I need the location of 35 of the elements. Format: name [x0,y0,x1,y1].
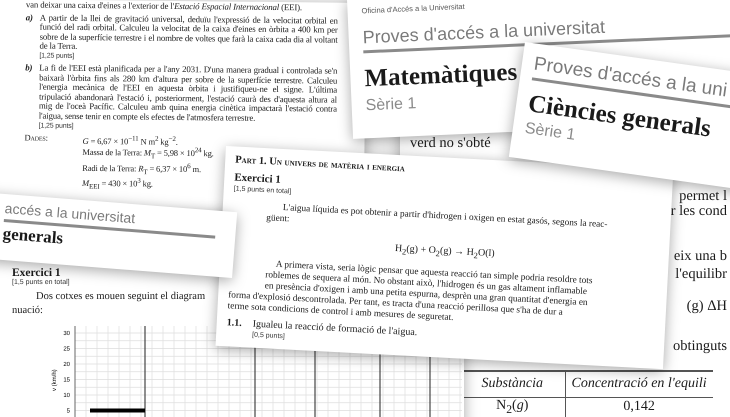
question-number: 1.1. [226,317,244,332]
equation: H$_{2}$(g) + O$_{2}$(g) → H$_{2}$O(l) [394,242,496,262]
part-title: Part 1. Un univers de matèria i energia [235,154,406,174]
header-title: accés a la universitat [4,200,136,226]
series-label: Sèrie 1 [365,95,417,116]
column-header: Concentració en l'equili [565,371,713,397]
intro-text: van deixar una caixa d'eines a l'exterior de l'Estació Espacial Internacional (EEI). [26,0,304,14]
text-fragment: (g) ΔH [686,298,727,314]
data-line: G = 6,67 × 10$^{−11}$ N m$^{2}$ kg$^{−2}$. [82,134,179,147]
text-line: Dos cotxes es mouen seguint el diagram [36,290,206,304]
velocity-line [90,408,145,412]
question-text: A partir de la llei de gravitació universal, deduïu l'expressió de la velocitat orbital en funció del radi orbital. Calculeu la velocitat de la caixa d'eines en òrbita a 400 km per sobre de la superfície terrestre i el nombre de voltes que farà la caixa cada dia al voltant de la Terra. [39,13,338,52]
exercise-title: Exercici 1 [12,267,61,279]
question-label: a) [25,13,34,24]
text-fragment: obtinguts [673,338,727,354]
exercise-title: Exercici 1 [234,172,282,186]
header-title: Proves d'accés a la universitat [362,16,606,50]
text-line: nuació: [12,304,43,318]
subject-title: Matemàtiques [364,58,518,94]
data-line: M$_{EEI}$ = 430 × 10$^{3}$ kg. [82,176,154,194]
text-fragment: l'equilibr [675,266,727,282]
data-label: Dades: [24,132,49,144]
text-line: güent: [265,213,291,226]
question-text: La fi de l'EEI està planificada per a l'any 2031. D'una manera gradual i controlada se'n baixarà l'òrbita fins als 280 km d'altura per sobre de la superfície terrestre. Calculeu l'energia mecànica de l'EEI en aquesta òrbita i justifiqueu-ne el signe. L'última tripulació abandonarà l'estació i, posteriorment, l'estació caurà des d'aquesta altura al mig de l'oceà Pacífic. Calculeu amb quina energia cinètica impactarà l'estació contra l'aigua, sense tenir en compte els efectes de l'atmosfera terrestre. [38,64,338,123]
text-fragment: permet l [679,188,727,204]
data-line: Radi de la Terra: R$_{T}$ = 6,37 × 10$^{6}$ m. [82,161,202,178]
text-fragment: verd no s'obté [410,135,491,151]
subject-title: generals [2,224,64,249]
table-cell: N$_{2}$(g) [460,397,565,417]
series-label: Sèrie 1 [524,120,576,146]
table-cell: 0,142 [565,397,713,417]
text-fragment: eix una b [674,248,727,264]
data-line: Massa de la Terra: M$_{T}$ = 5,98 × 10$^{24}$ kg. [82,146,214,162]
question-label: b) [24,63,34,74]
text-fragment: r les cond [670,203,727,219]
